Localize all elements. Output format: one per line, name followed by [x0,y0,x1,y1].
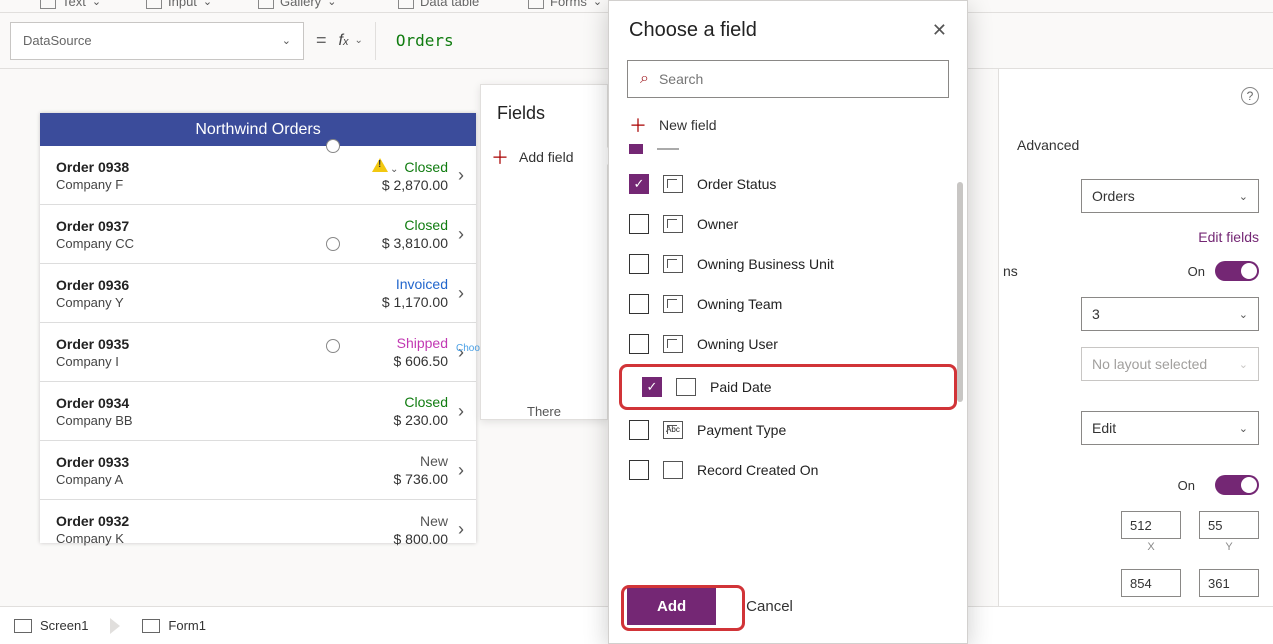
field-option[interactable]: ✓Order Status [609,164,967,204]
new-field-button[interactable]: ＋ New field [609,98,967,144]
chevron-right-icon [110,618,120,634]
field-option-paid-date[interactable]: ✓Paid Date [619,364,957,410]
resize-handle[interactable] [326,139,340,153]
layout-select: No layout selected⌄ [1081,347,1259,381]
field-option[interactable]: Owning Team [609,284,967,324]
chevron-down-icon: ⌄ [282,34,291,47]
w-input[interactable]: 854 [1121,569,1181,597]
checkbox-checked[interactable]: ✓ [629,174,649,194]
checkbox[interactable] [629,334,649,354]
plus-icon: ＋ [491,144,509,170]
add-button[interactable]: Add [627,588,716,625]
list-item: Order 0937Company CCClosed$ 3,810.00› [40,205,476,264]
warning-icon [372,158,388,172]
checkbox[interactable] [629,214,649,234]
chevron-right-icon[interactable]: › [458,519,464,540]
lookup-icon [663,335,683,353]
checkbox-checked[interactable]: ✓ [642,377,662,397]
canvas-hint: Choo [456,343,480,354]
formula-value[interactable]: Orders [388,31,454,50]
breadcrumb-form[interactable]: Form1 [142,618,206,633]
fields-pane: Fields ＋ Add field There [480,84,608,420]
mode-select[interactable]: Edit⌄ [1081,411,1259,445]
field-option[interactable]: Record Created On [609,450,967,490]
close-icon[interactable]: ✕ [932,20,947,41]
fields-title: Fields [481,85,607,136]
property-selector[interactable]: DataSource ⌄ [10,22,304,60]
property-name: DataSource [23,33,92,48]
dialog-title: Choose a field [629,19,757,42]
choose-field-dialog: Choose a field ✕ ⌕ ＋ New field ✓Order St… [608,0,968,644]
search-icon: ⌕ [640,70,649,88]
breadcrumb-screen[interactable]: Screen1 [14,618,88,633]
help-icon[interactable]: ? [1241,87,1259,105]
lookup-icon [663,175,683,193]
list-item: Order 0932Company KNew$ 800.00› [40,500,476,559]
list-item: Order 0938Company F⌄Closed$ 2,870.00› [40,146,476,205]
add-field-button[interactable]: ＋ Add field [481,136,607,184]
field-option[interactable]: Owning User [609,324,967,364]
field-option[interactable]: Owner [609,204,967,244]
equals-sign: = [316,30,327,51]
chevron-right-icon[interactable]: › [458,283,464,304]
checkbox[interactable] [629,460,649,480]
field-option[interactable]: Owning Business Unit [609,244,967,284]
list-item: Order 0933Company ANew$ 736.00› [40,441,476,500]
fields-empty-hint: There [481,364,607,419]
checkbox[interactable] [629,420,649,440]
visible-toggle[interactable] [1215,475,1259,495]
search-input[interactable] [659,71,936,87]
lookup-icon [663,255,683,273]
app-preview[interactable]: Northwind Orders Order 0938Company F⌄Clo… [40,113,476,543]
form-icon [142,619,160,633]
app-title: Northwind Orders [40,113,476,146]
scrollbar[interactable] [957,182,963,402]
date-icon [676,378,696,396]
chevron-right-icon[interactable]: › [458,460,464,481]
x-input[interactable]: 512 [1121,511,1181,539]
resize-handle[interactable] [326,339,340,353]
field-group-stub [609,144,967,160]
list-item: Order 0936Company YInvoiced$ 1,170.00› [40,264,476,323]
text-icon: Abc [663,421,683,439]
chevron-right-icon[interactable]: › [458,401,464,422]
datasource-select[interactable]: Orders⌄ [1081,179,1259,213]
field-option[interactable]: AbcPayment Type [609,410,967,450]
plus-icon: ＋ [629,112,647,138]
date-icon [663,461,683,479]
lookup-icon [663,295,683,313]
list-item: Order 0934Company BBClosed$ 230.00› [40,382,476,441]
h-input[interactable]: 361 [1199,569,1259,597]
columns-select[interactable]: 3⌄ [1081,297,1259,331]
field-list[interactable]: ✓Order Status Owner Owning Business Unit… [609,160,967,574]
field-search[interactable]: ⌕ [627,60,949,98]
fx-button[interactable]: fx⌄ [339,22,376,60]
snap-toggle[interactable] [1215,261,1259,281]
properties-pane: ? Advanced Orders⌄ Edit fields nsOn 3⌄ N… [998,69,1273,606]
lookup-icon [663,215,683,233]
screen-icon [14,619,32,633]
orders-gallery[interactable]: Order 0938Company F⌄Closed$ 2,870.00› Or… [40,146,476,559]
chevron-right-icon[interactable]: › [458,165,464,186]
resize-handle[interactable] [326,237,340,251]
checkbox[interactable] [629,294,649,314]
checkbox[interactable] [629,254,649,274]
y-input[interactable]: 55 [1199,511,1259,539]
edit-fields-link[interactable]: Edit fields [1198,229,1259,245]
list-item: Order 0935Company IShipped$ 606.50› [40,323,476,382]
cancel-button[interactable]: Cancel [746,598,793,615]
tab-advanced[interactable]: Advanced [997,137,1093,163]
chevron-right-icon[interactable]: › [458,224,464,245]
